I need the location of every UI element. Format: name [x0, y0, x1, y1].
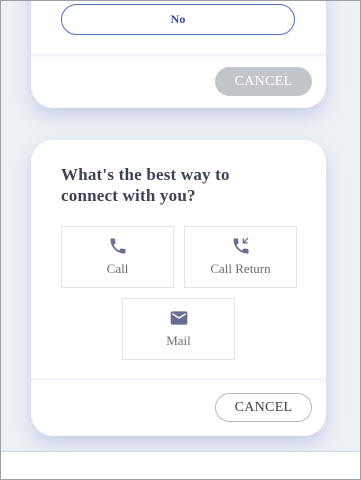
- card-divider: [31, 53, 326, 59]
- contact-question: What's the best way to connect with you?: [61, 165, 230, 205]
- contact-method-card: What's the best way to connect with you?…: [31, 140, 326, 436]
- card-divider: [31, 378, 326, 384]
- phone-icon: [108, 236, 128, 256]
- call-option[interactable]: Call: [61, 226, 174, 288]
- no-button[interactable]: No: [61, 4, 295, 35]
- cancel-button-disabled[interactable]: CANCEL: [215, 67, 312, 96]
- phone-callback-icon: [231, 236, 251, 256]
- envelope-icon: [169, 308, 189, 328]
- call-return-option[interactable]: Call Return: [184, 226, 297, 288]
- bottom-bar: [1, 451, 360, 479]
- mail-option[interactable]: Mail: [122, 298, 235, 360]
- call-option-label: Call: [106, 261, 129, 276]
- call-return-option-label: Call Return: [210, 261, 271, 276]
- app-frame: No CANCEL What's the best way to connect…: [0, 0, 361, 480]
- previous-question-card: No CANCEL: [31, 1, 326, 108]
- cancel-button[interactable]: CANCEL: [215, 393, 312, 422]
- mail-option-label: Mail: [166, 333, 191, 348]
